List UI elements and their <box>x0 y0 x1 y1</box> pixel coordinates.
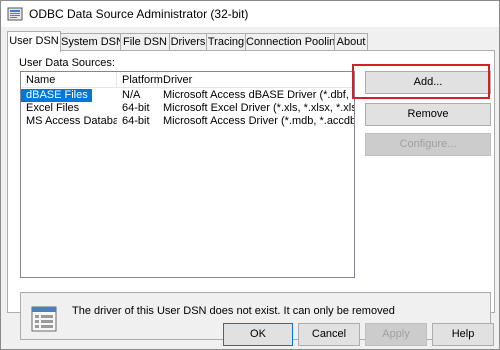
row-driver: Microsoft Excel Driver (*.xls, *.xlsx, *… <box>163 102 354 114</box>
odbc-window: ODBC Data Source Administrator (32-bit) … <box>0 0 500 350</box>
column-header-driver[interactable]: Driver <box>158 72 354 88</box>
tab-system-dsn[interactable]: System DSN <box>60 33 124 51</box>
tab-about[interactable]: About <box>334 33 368 51</box>
list-item[interactable]: dBASE Files N/A Microsoft Access dBASE D… <box>21 89 354 102</box>
tab-user-dsn[interactable]: User DSN <box>7 31 61 52</box>
row-driver: Microsoft Access Driver (*.mdb, *.accdb) <box>163 115 354 127</box>
row-name: MS Access Database <box>26 115 117 127</box>
row-platform: 64-bit <box>122 115 150 127</box>
help-button[interactable]: Help <box>432 323 494 346</box>
title-bar: ODBC Data Source Administrator (32-bit) <box>1 1 499 27</box>
row-name: dBASE Files <box>21 89 92 102</box>
column-header-name[interactable]: Name <box>21 72 117 88</box>
list-item[interactable]: Excel Files 64-bit Microsoft Excel Drive… <box>21 102 354 115</box>
user-data-sources-label: User Data Sources: <box>19 57 115 69</box>
row-platform: 64-bit <box>122 102 150 114</box>
cancel-button[interactable]: Cancel <box>298 323 360 346</box>
configure-button[interactable]: Configure... <box>365 133 491 156</box>
tab-connection-pooling[interactable]: Connection Pooling <box>245 33 341 51</box>
row-driver: Microsoft Access dBASE Driver (*.dbf, *.… <box>163 89 354 101</box>
window-title: ODBC Data Source Administrator (32-bit) <box>29 7 249 21</box>
tab-drivers[interactable]: Drivers <box>169 33 207 51</box>
tab-tracing[interactable]: Tracing <box>206 33 246 51</box>
list-header: Name Platform Driver <box>21 72 354 88</box>
apply-button[interactable]: Apply <box>365 323 427 346</box>
tab-file-dsn[interactable]: File DSN <box>120 33 170 51</box>
remove-button[interactable]: Remove <box>365 103 491 126</box>
odbc-app-icon <box>7 7 23 21</box>
row-name: Excel Files <box>26 102 80 114</box>
database-list-icon <box>31 306 57 332</box>
add-button[interactable]: Add... <box>365 71 491 94</box>
data-sources-list[interactable]: Name Platform Driver dBASE Files N/A Mic… <box>20 71 355 278</box>
info-message: The driver of this User DSN does not exi… <box>72 305 395 317</box>
ok-button[interactable]: OK <box>223 323 293 346</box>
list-item[interactable]: MS Access Database 64-bit Microsoft Acce… <box>21 115 354 128</box>
column-header-platform[interactable]: Platform <box>117 72 163 88</box>
row-platform: N/A <box>122 89 141 101</box>
user-dsn-panel: User Data Sources: Name Platform Driver … <box>7 50 495 340</box>
